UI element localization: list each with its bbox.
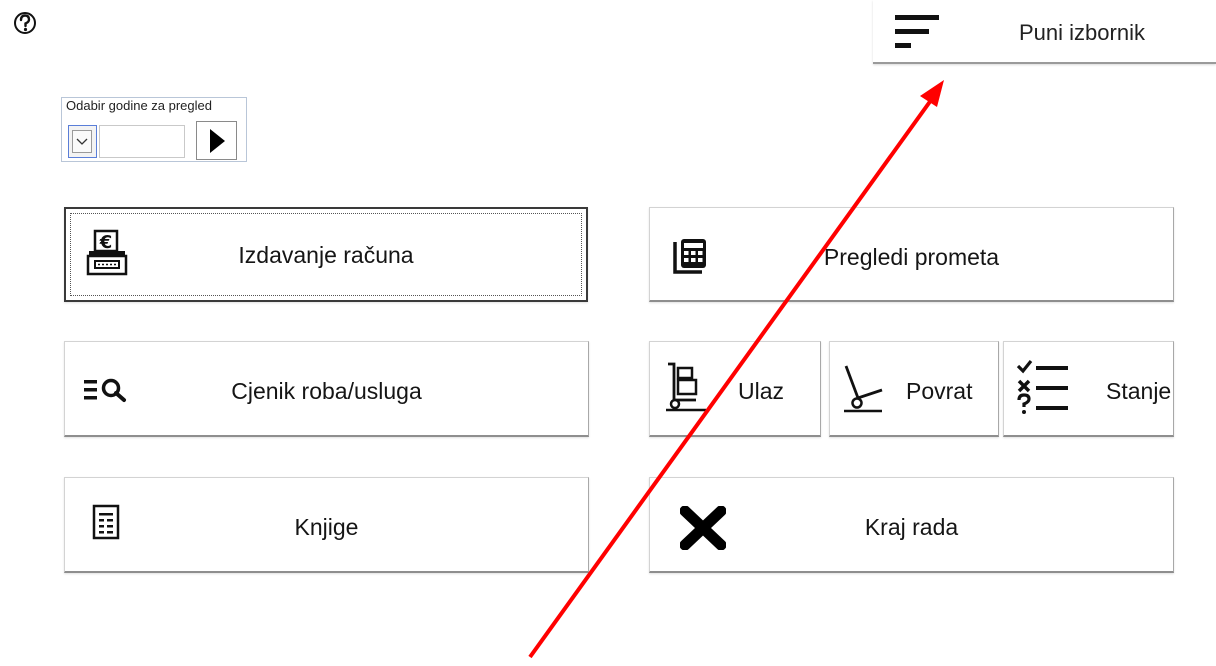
stock-status-label: Stanje xyxy=(1106,378,1172,404)
price-list-label: Cjenik roba/usluga xyxy=(231,378,422,404)
books-button[interactable]: Knjige xyxy=(64,477,589,573)
hand-truck-empty-icon xyxy=(840,364,886,419)
chevron-down-icon xyxy=(72,130,92,153)
menu-lines-icon xyxy=(895,15,945,54)
return-button[interactable]: Povrat xyxy=(829,341,999,437)
full-menu-button[interactable]: Puni izbornik xyxy=(873,0,1216,64)
checklist-icon xyxy=(1016,358,1074,423)
exit-button[interactable]: Kraj rada xyxy=(649,477,1174,573)
issue-invoice-label: Izdavanje računa xyxy=(238,242,414,268)
year-go-button[interactable] xyxy=(196,121,237,160)
price-list-button[interactable]: Cjenik roba/usluga xyxy=(64,341,589,437)
full-menu-label: Puni izbornik xyxy=(1019,20,1145,45)
year-dropdown-button[interactable] xyxy=(68,125,97,158)
hand-truck-boxes-icon xyxy=(664,362,710,419)
year-selector: Odabir godine za pregled xyxy=(61,97,247,162)
year-selector-caption: Odabir godine za pregled xyxy=(66,98,212,113)
issue-invoice-button[interactable]: € Izdavanje računa xyxy=(64,207,588,302)
books-label: Knjige xyxy=(294,514,359,540)
exit-label: Kraj rada xyxy=(864,514,959,540)
turnover-reports-label: Pregledi prometa xyxy=(823,244,1000,270)
inbound-label: Ulaz xyxy=(738,378,785,404)
return-label: Povrat xyxy=(906,378,973,404)
stock-status-button[interactable]: Stanje xyxy=(1003,341,1174,437)
turnover-reports-button[interactable]: Pregledi prometa xyxy=(649,207,1174,302)
play-triangle-icon xyxy=(209,128,225,153)
year-input[interactable] xyxy=(99,125,185,158)
help-circle-icon[interactable] xyxy=(12,8,38,38)
inbound-button[interactable]: Ulaz xyxy=(649,341,821,437)
